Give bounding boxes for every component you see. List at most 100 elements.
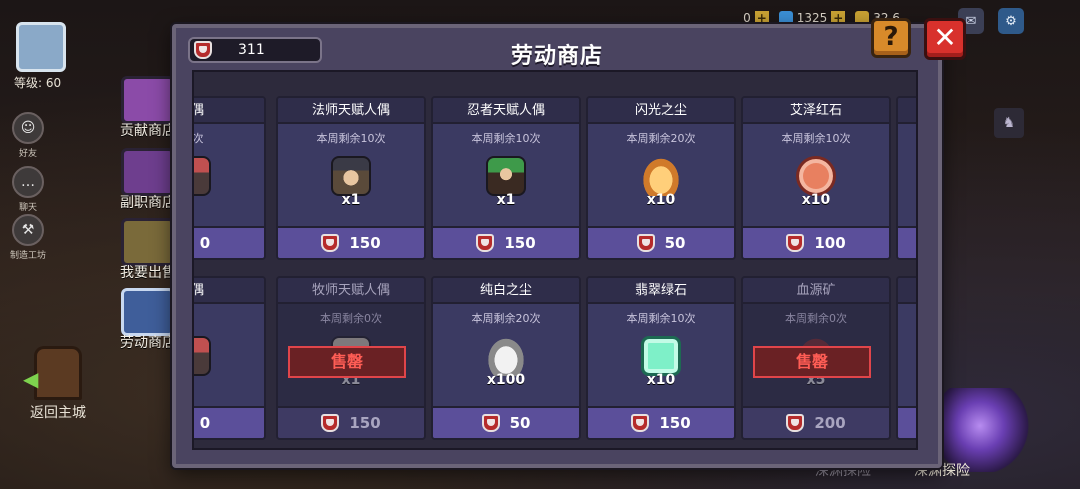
shop-item-card[interactable]: 忍者天赋人偶 本周剩余10次 x1 150 [431, 96, 581, 260]
item-price: 0 [199, 414, 211, 432]
item-price-button[interactable] [898, 406, 916, 438]
item-remaining-count: 本周剩余0次 [320, 312, 382, 325]
dust-white-icon [486, 336, 526, 376]
item-name [898, 278, 916, 304]
shop-item-card[interactable]: 血源矿 本周剩余0次 x5 售罄 200 [741, 276, 891, 440]
emerald-stone-icon [641, 336, 681, 376]
dialog-title: 劳动商店 [510, 44, 603, 69]
item-name: 血源矿 [743, 278, 889, 304]
gem-icon [778, 11, 793, 25]
chat-icon: … [12, 166, 44, 198]
shop-item-card[interactable]: 艾泽红石 本周剩余10次 x10 100 [741, 96, 891, 260]
friends-button[interactable]: ☺ 好友 [8, 112, 48, 159]
item-price: 50 [664, 234, 686, 252]
chat-label: 聊天 [18, 203, 37, 213]
item-price-button[interactable] [898, 226, 916, 258]
labor-shop-dialog: 311 劳动商店 ? ✕ 人偶10次0法师天赋人偶本周剩余10次x1150忍者天… [172, 18, 966, 468]
labor-token-icon [481, 414, 500, 432]
gold-amount: 0 [743, 11, 751, 25]
item-price-button[interactable]: 50 [588, 226, 734, 258]
item-quantity: x10 [646, 192, 676, 208]
back-to-city-button[interactable]: ◀ 返回主城 [18, 346, 98, 422]
item-name: 闪光之尘 [588, 98, 734, 124]
item-name: 人偶 [194, 98, 264, 124]
item-price-button[interactable]: 100 [743, 226, 889, 258]
item-remaining-count: 本周剩余20次 [626, 132, 696, 145]
add-gem-button[interactable]: + [831, 11, 846, 25]
item-remaining-count: 10次 [192, 132, 204, 145]
item-price: 150 [349, 414, 381, 432]
item-price-button[interactable]: 0 [194, 406, 264, 438]
door-icon: ◀ [23, 346, 82, 400]
character-icon[interactable]: ♞ [994, 108, 1024, 138]
dust-flash-icon [641, 156, 681, 196]
item-quantity: x100 [486, 372, 526, 388]
item-name: 法师天赋人偶 [278, 98, 424, 124]
item-remaining-count: 本周剩余10次 [781, 132, 851, 145]
shop-item-card-partial[interactable] [896, 276, 916, 440]
item-price: 150 [659, 414, 691, 432]
help-button[interactable]: ? [871, 18, 911, 58]
close-button[interactable]: ✕ [924, 18, 966, 60]
labor-token-icon [786, 234, 805, 252]
item-price-button[interactable]: 150 [433, 226, 579, 258]
item-name [898, 98, 916, 124]
item-price: 100 [814, 234, 846, 252]
item-quantity: x10 [646, 372, 676, 388]
back-arrow-icon: ◀ [23, 367, 39, 391]
item-price-button[interactable]: 200 [743, 406, 889, 438]
sell-icon [121, 218, 175, 266]
shop-item-card-partial[interactable] [896, 96, 916, 260]
item-price-button[interactable]: 150 [278, 406, 424, 438]
item-remaining-count: 本周剩余0次 [785, 312, 847, 325]
workshop-button[interactable]: ⚒ 制造工坊 [8, 214, 48, 261]
chat-button[interactable]: … 聊天 [8, 166, 48, 213]
item-price-button[interactable]: 50 [433, 406, 579, 438]
shop-item-card[interactable]: 人偶 0 [194, 276, 266, 440]
item-price-button[interactable]: 150 [588, 406, 734, 438]
shop-item-card[interactable]: 牧师天赋人偶 本周剩余0次 x1 售罄 150 [276, 276, 426, 440]
gem-amount: 1325 [796, 11, 828, 25]
item-price: 50 [509, 414, 531, 432]
item-price-button[interactable]: 150 [278, 226, 424, 258]
ruby-stone-icon [796, 156, 836, 196]
settings-gear-icon[interactable]: ⚙ [998, 8, 1024, 34]
gem-resource: 1325 + [778, 11, 846, 25]
item-name: 人偶 [194, 278, 264, 304]
labor-token-icon [476, 234, 495, 252]
back-to-city-label: 返回主城 [30, 405, 86, 421]
item-price: 150 [349, 234, 381, 252]
labor-token-icon [631, 414, 650, 432]
item-name: 翡翠绿石 [588, 278, 734, 304]
puppet-ninja-icon [486, 156, 526, 196]
item-name: 牧师天赋人偶 [278, 278, 424, 304]
item-name: 忍者天赋人偶 [433, 98, 579, 124]
item-remaining-count: 本周剩余10次 [471, 132, 541, 145]
sold-out-badge: 售罄 [753, 346, 871, 378]
labor-token-icon [321, 234, 340, 252]
puppet-mage-icon [331, 156, 371, 196]
energy-icon [855, 11, 870, 25]
job-shop-icon [121, 148, 175, 196]
item-price: 150 [504, 234, 536, 252]
item-name: 纯白之尘 [433, 278, 579, 304]
contribution-shop-icon [121, 76, 175, 124]
puppet-generic-icon [194, 156, 211, 196]
item-price: 0 [199, 234, 211, 252]
player-avatar[interactable] [16, 22, 66, 72]
shop-item-card[interactable]: 闪光之尘本周剩余20次 x10 50 [586, 96, 736, 260]
shop-item-card[interactable]: 人偶 10次 0 [192, 96, 266, 260]
item-quantity: x1 [341, 192, 361, 208]
item-remaining-count: 本周剩余20次 [471, 312, 541, 325]
shop-item-grid[interactable]: 人偶 10次 0 法师天赋人偶本周剩余10次 x1 150 忍者天赋人偶本周剩余10次 x1 1… [192, 70, 918, 450]
item-price-button[interactable]: 0 [194, 226, 264, 258]
add-gold-button[interactable]: + [754, 11, 769, 25]
player-level: 等级: 60 [14, 76, 62, 90]
item-remaining-count: 本周剩余10次 [626, 312, 696, 325]
friends-label: 好友 [18, 149, 37, 159]
shop-item-card[interactable]: 纯白之尘本周剩余20次 x100 50 [431, 276, 581, 440]
shop-item-card[interactable]: 法师天赋人偶 本周剩余10次 x1 150 [276, 96, 426, 260]
friends-icon: ☺ [12, 112, 44, 144]
shop-item-card[interactable]: 翡翠绿石本周剩余10次 x10 150 [586, 276, 736, 440]
workshop-label: 制造工坊 [9, 251, 46, 261]
